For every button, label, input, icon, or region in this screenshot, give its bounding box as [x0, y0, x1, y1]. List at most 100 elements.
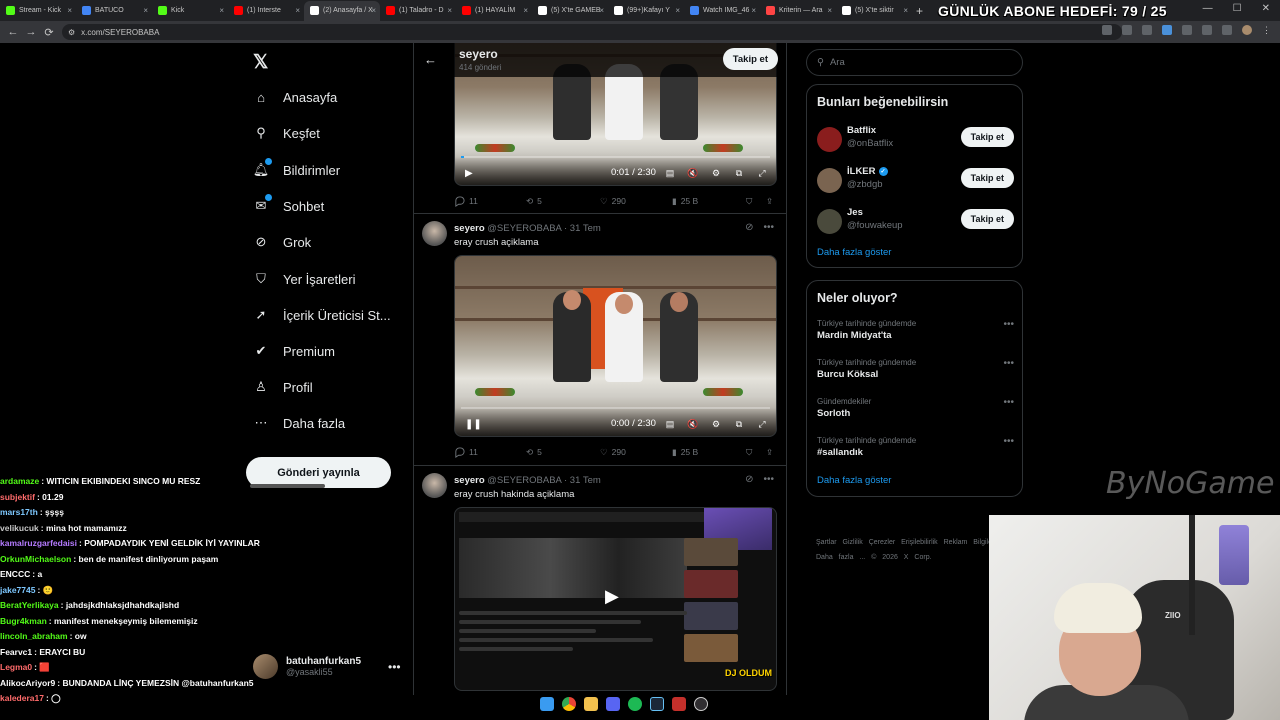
- tweet-author-name[interactable]: seyero: [454, 223, 485, 234]
- new-tab-icon[interactable]: +: [916, 4, 923, 18]
- views-button[interactable]: ▮ 25 B: [672, 447, 698, 458]
- browser-tab[interactable]: (1) Interste ×: [228, 1, 304, 21]
- show-more-link[interactable]: Daha fazla göster: [817, 247, 891, 258]
- maximize-icon[interactable]: ☐: [1233, 3, 1242, 14]
- forward-icon[interactable]: →: [22, 26, 40, 38]
- nav-item-bookmark[interactable]: ⛉ Yer İşaretleri: [252, 270, 355, 288]
- menu-icon[interactable]: ⋮: [1262, 25, 1272, 35]
- tab-close-icon[interactable]: ×: [295, 6, 300, 15]
- tweet-video[interactable]: ▶ DJ OLDUM: [454, 507, 777, 691]
- browser-tab[interactable]: Watch IMG_46 ×: [684, 1, 760, 21]
- captions-icon[interactable]: ▤: [664, 418, 676, 430]
- tweet-author-name[interactable]: seyero: [454, 475, 485, 486]
- nav-item-more-circle[interactable]: ⋯ Daha fazla: [252, 414, 346, 432]
- more-dots-icon[interactable]: •••: [1003, 319, 1014, 330]
- settings-icon[interactable]: ⚙: [710, 167, 722, 179]
- tweet-author-handle[interactable]: @SEYEROBABA: [487, 223, 561, 234]
- fullscreen-icon[interactable]: ⤢: [756, 167, 768, 179]
- settings-icon[interactable]: ⚙: [710, 418, 722, 430]
- minimize-icon[interactable]: —: [1203, 3, 1213, 14]
- chat-username[interactable]: mars17th: [0, 507, 38, 517]
- suggested-user-name[interactable]: İLKER ✓: [847, 166, 888, 177]
- pause-icon[interactable]: ❚❚: [465, 419, 482, 430]
- tweet-author-handle[interactable]: @SEYEROBABA: [487, 475, 561, 486]
- trend-item[interactable]: Gündemdekiler Sorloth •••: [817, 397, 1014, 419]
- suggested-user-name[interactable]: Batflix: [847, 125, 876, 136]
- tweet-date[interactable]: · 31 Tem: [564, 475, 601, 486]
- extension-icon[interactable]: [1162, 25, 1172, 35]
- more-dots-icon[interactable]: •••: [1003, 397, 1014, 408]
- video-progress-bar[interactable]: [461, 156, 770, 158]
- pip-icon[interactable]: ⧉: [733, 167, 745, 179]
- reply-button[interactable]: 11: [454, 195, 478, 207]
- windows-start-icon[interactable]: [540, 697, 554, 711]
- grok-icon[interactable]: ⊘: [745, 222, 753, 233]
- follow-button[interactable]: Takip et: [960, 168, 1014, 188]
- back-arrow-icon[interactable]: ←: [424, 52, 437, 67]
- more-dots-icon[interactable]: •••: [763, 222, 774, 233]
- more-dots-icon[interactable]: •••: [388, 660, 401, 674]
- chat-username[interactable]: jake7745: [0, 585, 35, 595]
- back-icon[interactable]: ←: [4, 26, 22, 38]
- nav-item-grok[interactable]: ⊘ Grok: [252, 233, 312, 251]
- chat-username[interactable]: ENCCC: [0, 569, 30, 579]
- browser-tab[interactable]: Kick ×: [152, 1, 228, 21]
- tab-close-icon[interactable]: ×: [371, 6, 376, 15]
- tab-close-icon[interactable]: ×: [67, 6, 72, 15]
- extension-icon[interactable]: [1142, 25, 1152, 35]
- more-dots-icon[interactable]: •••: [763, 474, 774, 485]
- suggested-user-name[interactable]: Jes: [847, 207, 863, 218]
- chat-username[interactable]: Fearvc1: [0, 647, 32, 657]
- nav-item-premium[interactable]: ✔ Premium: [252, 342, 335, 360]
- address-bar[interactable]: ⚙ x.com/SEYEROBABA: [62, 24, 1122, 40]
- tab-close-icon[interactable]: ×: [599, 6, 604, 15]
- extension-icon[interactable]: [1202, 25, 1212, 35]
- tweet-date[interactable]: · 31 Tem: [564, 223, 601, 234]
- site-info-icon[interactable]: ⚙: [68, 28, 75, 37]
- chat-username[interactable]: BeratYerlikaya: [0, 600, 59, 610]
- tab-close-icon[interactable]: ×: [751, 6, 756, 15]
- chat-username[interactable]: velikucuk: [0, 523, 39, 533]
- tab-close-icon[interactable]: ×: [523, 6, 528, 15]
- obs-icon[interactable]: [694, 697, 708, 711]
- tab-close-icon[interactable]: ×: [675, 6, 680, 15]
- nav-item-search[interactable]: ⚲ Keşfet: [252, 124, 320, 142]
- trend-item[interactable]: Türkiye tarihinde gündemde Burcu Köksal ••…: [817, 358, 1014, 380]
- explorer-icon[interactable]: [584, 697, 598, 711]
- tab-close-icon[interactable]: ×: [143, 6, 148, 15]
- browser-tab[interactable]: Stream - Kick ×: [0, 1, 76, 21]
- views-button[interactable]: ▮ 25 B: [672, 196, 698, 207]
- reply-button[interactable]: 11: [454, 446, 478, 458]
- tweet-video[interactable]: ❚❚ 0:00 / 2:30 ▤ 🔇 ⚙ ⧉ ⤢: [454, 255, 777, 437]
- extension-icon[interactable]: [1102, 25, 1112, 35]
- extension-icon[interactable]: [1222, 25, 1232, 35]
- footer-links[interactable]: Şartlar Gizlilik Çerezler Erişilebilirli…: [816, 535, 1016, 565]
- chat-username[interactable]: lincoln_abraham: [0, 631, 68, 641]
- grok-icon[interactable]: ⊘: [745, 474, 753, 485]
- chat-username[interactable]: kaledera17: [0, 693, 44, 703]
- chat-username[interactable]: Bugr4kman: [0, 616, 47, 626]
- browser-tab[interactable]: (99+)Kafayı Y ×: [608, 1, 684, 21]
- chat-username[interactable]: kamalruzgarfedaisi: [0, 538, 77, 548]
- chat-username[interactable]: subjektif: [0, 492, 35, 502]
- play-icon[interactable]: ▶: [465, 168, 473, 179]
- browser-tab[interactable]: Kriterin — Ara ×: [760, 1, 836, 21]
- follow-button[interactable]: Takip et: [960, 127, 1014, 147]
- show-more-link[interactable]: Daha fazla göster: [817, 475, 891, 486]
- captions-icon[interactable]: ▤: [664, 167, 676, 179]
- pip-icon[interactable]: ⧉: [733, 418, 745, 430]
- bookmark-icon[interactable]: ⛉: [746, 196, 752, 207]
- tab-close-icon[interactable]: ×: [447, 6, 452, 15]
- browser-tab[interactable]: (1) Taladro - D ×: [380, 1, 456, 21]
- extension-icon[interactable]: [1182, 25, 1192, 35]
- nav-item-bell[interactable]: 🔔︎ Bildirimler: [252, 158, 340, 179]
- tweet-avatar[interactable]: [422, 473, 447, 498]
- share-icon[interactable]: ⇪: [766, 447, 773, 458]
- nav-item-rocket[interactable]: ➚ İçerik Üreticisi St...: [252, 306, 391, 324]
- video-progress-bar[interactable]: [461, 407, 770, 409]
- chat-username[interactable]: AlikocAriyor9: [0, 678, 55, 688]
- mute-icon[interactable]: 🔇: [687, 167, 699, 179]
- more-dots-icon[interactable]: •••: [1003, 358, 1014, 369]
- suggested-user[interactable]: İLKER ✓ @zbdgb Takip et: [817, 164, 1014, 196]
- follow-button[interactable]: Takip et: [722, 48, 778, 70]
